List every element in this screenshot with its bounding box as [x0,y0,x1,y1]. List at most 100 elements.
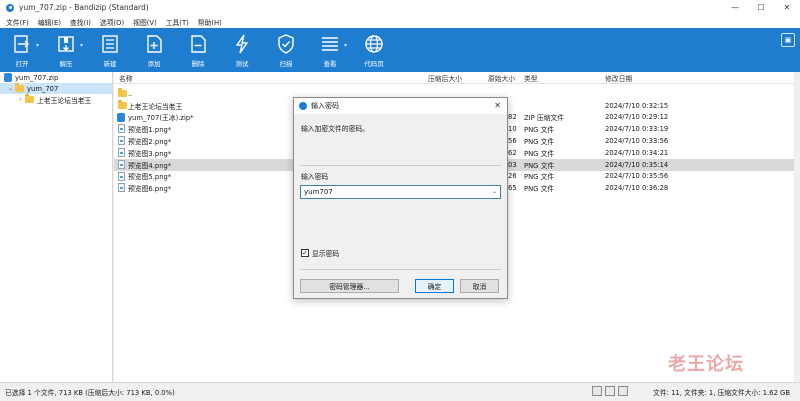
codepage-button[interactable]: 代码页 [352,28,396,72]
file-type: PNG 文件 [524,161,555,170]
cancel-button[interactable]: 取消 [460,279,499,293]
column-original-size[interactable]: 原始大小 [488,73,515,83]
list-header: 名称 压缩后大小 原始大小 类型 修改日期 [114,72,800,84]
extract-label: 解压 [59,60,73,68]
column-name[interactable]: 名称 [119,73,133,83]
close-button[interactable]: ✕ [774,0,800,15]
folder-icon [118,88,127,97]
file-modified: 2024/7/10 0:32:15 [605,101,669,110]
file-modified: 2024/7/10 0:34:21 [605,148,669,157]
menu-tools[interactable]: 工具(T) [166,17,189,27]
bandizip-app-icon [299,102,307,110]
open-button[interactable]: 打开 ▾ [0,28,44,72]
image-file-icon [118,124,125,134]
view-label: 查看 [323,60,337,68]
delete-label: 删除 [191,60,205,68]
file-original-size: 65 [508,184,517,193]
file-original-size: 03 [508,160,517,169]
file-type: PNG 文件 [524,138,555,147]
menu-edit[interactable]: 编辑(E) [38,17,61,27]
codepage-label: 代码页 [364,60,384,68]
add-button[interactable]: 添加 [132,28,176,72]
vertical-scrollbar[interactable] [794,72,800,382]
image-file-icon [118,183,125,193]
test-button[interactable]: 测试 [220,28,264,72]
view-icons-icon[interactable] [618,386,628,396]
zip-archive-icon [4,73,12,82]
status-bar: 已选择 1 个文件, 713 KB (压缩后大小: 713 KB, 0.0%) … [0,382,800,401]
status-icons [592,386,628,396]
view-icon [322,37,338,51]
checkbox-checked-icon[interactable]: ✓ [301,249,309,257]
file-type: PNG 文件 [524,126,555,135]
folder-icon [25,94,34,103]
extract-icon [58,36,74,52]
minimize-button[interactable]: — [722,0,748,15]
show-password-checkbox[interactable]: ✓ 显示密码 [301,248,339,258]
show-password-label: 显示密码 [312,250,340,258]
dialog-close-icon[interactable]: ✕ [494,101,501,110]
file-name: .. [128,89,133,98]
bandizip-app-icon [6,3,14,12]
column-type[interactable]: 类型 [524,73,538,83]
codepage-icon [365,35,383,53]
layout-toggle-icon[interactable]: ▣ [781,33,795,47]
image-file-icon [118,136,125,146]
window-title: yum_707.zip - Bandizip (Standard) [19,3,149,12]
column-compressed-size[interactable]: 压缩后大小 [428,73,462,83]
chevron-down-icon[interactable]: ▾ [36,42,39,49]
new-archive-button[interactable]: 新建 [88,28,132,72]
menu-options[interactable]: 选项(O) [100,17,124,27]
tree-item-yum707[interactable]: ⌄ yum_707 [0,83,112,94]
chevron-down-icon[interactable]: ⌄ [492,188,497,195]
password-manager-button[interactable]: 密码管理器... [300,279,399,293]
delete-button[interactable]: 删除 [176,28,220,72]
maximize-button[interactable]: ☐ [748,0,774,15]
file-name: 预览图1.png* [128,126,172,135]
scan-button[interactable]: 扫描 [264,28,308,72]
new-archive-label: 新建 [103,60,117,68]
image-file-icon [118,147,125,157]
column-modified[interactable]: 修改日期 [605,73,632,83]
delete-icon [191,35,206,53]
view-list-icon[interactable] [605,386,615,396]
divider [300,269,501,270]
file-original-size: 62 [508,148,517,157]
open-icon [14,35,29,53]
chevron-down-icon[interactable]: ⌄ [6,85,15,92]
file-type: PNG 文件 [524,149,555,158]
password-dialog: 输入密码 ✕ 输入加密文件的密码。 输入密码 yum707 ⌄ ✓ 显示密码 密… [293,97,508,299]
file-name: 预览图3.png* [128,149,172,158]
folder-tree: yum_707.zip ⌄ yum_707 › 上老王论坛当老王 [0,72,113,382]
extract-button[interactable]: 解压 ▾ [44,28,88,72]
file-name: yum_707(王冰).zip* [128,114,194,123]
file-original-size: 10 [508,125,517,134]
tree-item-subfolder[interactable]: › 上老王论坛当老王 [0,94,112,105]
dialog-message: 输入加密文件的密码。 [301,125,369,133]
menu-help[interactable]: 帮助(H) [198,17,222,27]
file-type: PNG 文件 [524,185,555,194]
password-input[interactable]: yum707 ⌄ [300,185,501,199]
menu-view[interactable]: 视图(V) [133,17,157,27]
menu-file[interactable]: 文件(F) [6,17,29,27]
file-name: 预览图4.png* [128,161,172,170]
zip-file-icon [117,112,125,122]
password-value: yum707 [304,188,333,196]
view-details-icon[interactable] [592,386,602,396]
chevron-right-icon[interactable]: › [16,96,25,103]
tree-item-label: 上老王论坛当老王 [37,96,92,105]
view-button[interactable]: 查看 ▾ [308,28,352,72]
file-type: PNG 文件 [524,173,555,182]
image-file-icon [118,159,125,169]
menu-find[interactable]: 查找(I) [70,17,91,27]
chevron-down-icon[interactable]: ▾ [344,42,347,49]
menu-bar: 文件(F) 编辑(E) 查找(I) 选项(O) 视图(V) 工具(T) 帮助(H… [0,15,800,28]
file-name: 预览图2.png* [128,138,172,147]
file-name: 预览图5.png* [128,173,172,182]
tree-item-label: yum_707.zip [15,73,59,82]
chevron-down-icon[interactable]: ▾ [80,42,83,49]
image-file-icon [118,171,125,181]
ok-button[interactable]: 确定 [415,279,454,293]
title-bar: yum_707.zip - Bandizip (Standard) — ☐ ✕ [0,0,800,15]
tree-item-archive[interactable]: yum_707.zip [0,72,112,83]
